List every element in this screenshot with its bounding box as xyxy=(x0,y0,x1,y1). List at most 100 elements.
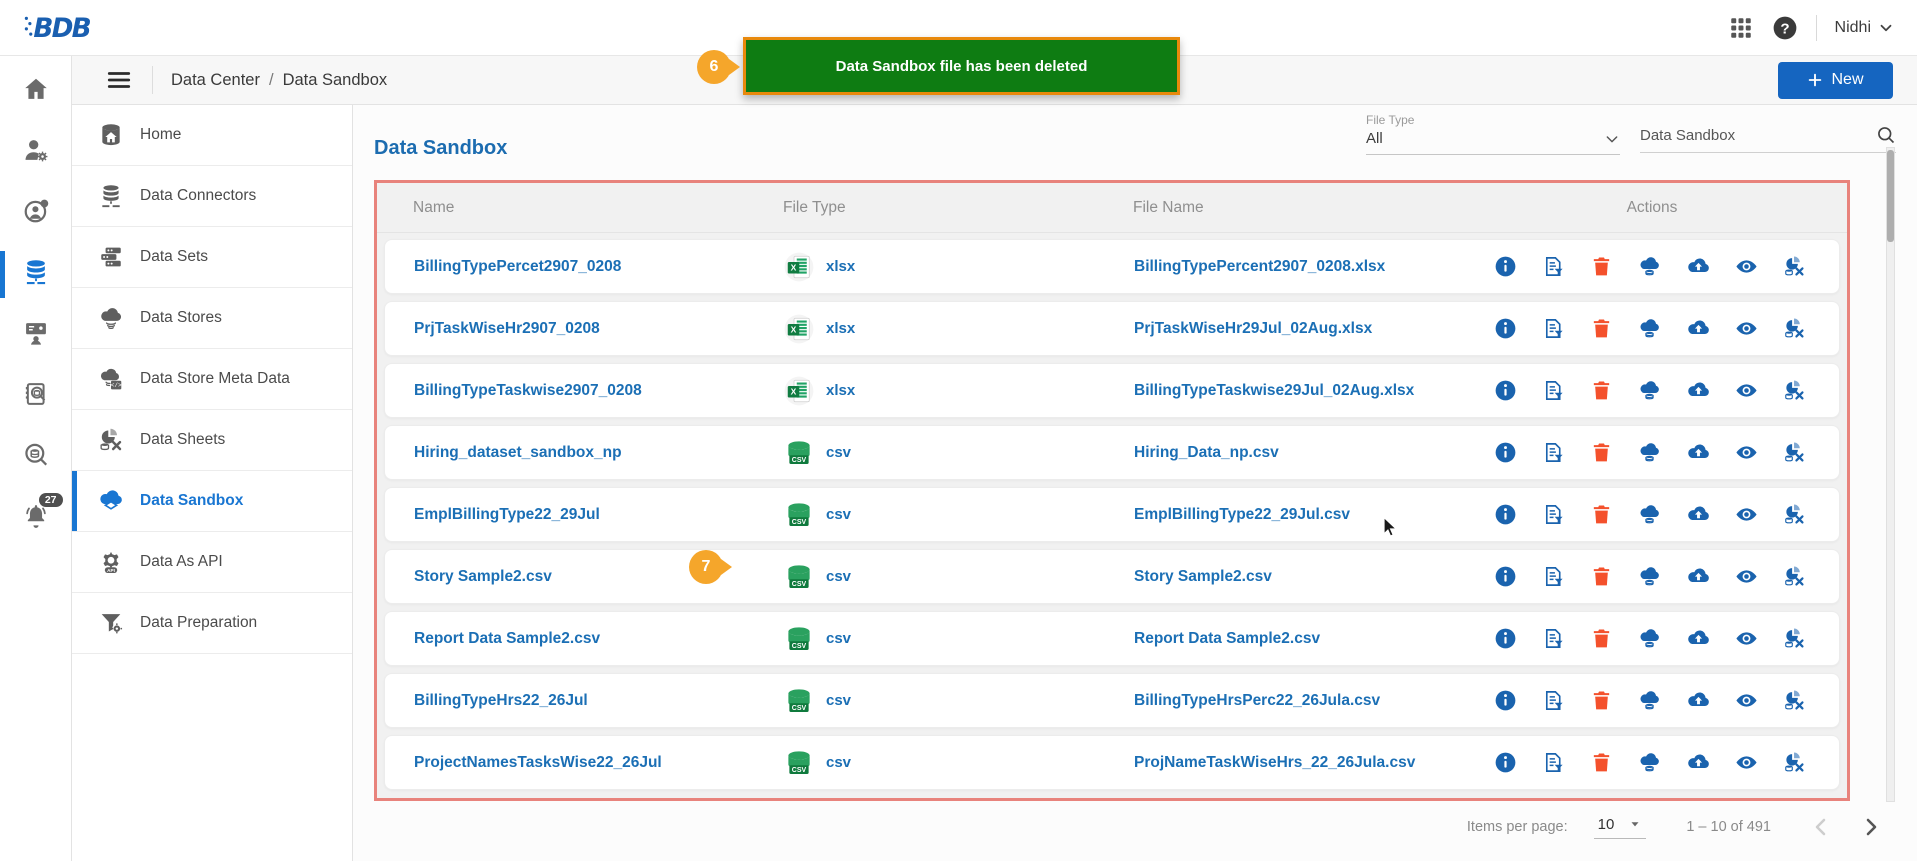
info-action-icon[interactable] xyxy=(1494,255,1517,278)
sidebar-item-data-sheets[interactable]: Data Sheets xyxy=(72,410,352,471)
preview-action-icon[interactable] xyxy=(1735,317,1758,340)
sidebar-item-data-sandbox[interactable]: Data Sandbox xyxy=(72,471,352,532)
upload-action-icon[interactable] xyxy=(1687,751,1710,774)
sidebar-item-data-connectors[interactable]: Data Connectors xyxy=(72,166,352,227)
source-file-link[interactable]: Hiring_Data_np.csv xyxy=(1134,444,1494,462)
delete-action-icon[interactable] xyxy=(1590,379,1613,402)
create-datasheet-action-icon[interactable] xyxy=(1783,317,1806,340)
breadcrumb-data-center[interactable]: Data Center xyxy=(171,71,260,90)
source-file-link[interactable]: ProjNameTaskWiseHrs_22_26Jula.csv xyxy=(1134,754,1494,772)
copy-filter-action-icon[interactable] xyxy=(1542,565,1565,588)
upload-action-icon[interactable] xyxy=(1687,317,1710,340)
file-name-link[interactable]: BillingTypePercet2907_0208 xyxy=(414,258,784,276)
rail-item-presentation[interactable] xyxy=(0,308,72,363)
create-datasheet-action-icon[interactable] xyxy=(1783,255,1806,278)
info-action-icon[interactable] xyxy=(1494,565,1517,588)
source-file-link[interactable]: BillingTypePercent2907_0208.xlsx xyxy=(1134,258,1494,276)
items-per-page-select[interactable]: 10 xyxy=(1594,816,1647,839)
sidebar-item-data-sets[interactable]: Data Sets xyxy=(72,227,352,288)
scrollbar-thumb[interactable] xyxy=(1887,150,1894,242)
preview-action-icon[interactable] xyxy=(1735,255,1758,278)
delete-action-icon[interactable] xyxy=(1590,441,1613,464)
move-to-datastore-action-icon[interactable] xyxy=(1638,627,1661,650)
copy-filter-action-icon[interactable] xyxy=(1542,689,1565,712)
search-input[interactable] xyxy=(1640,127,1876,144)
rail-item-home[interactable] xyxy=(0,64,72,119)
delete-action-icon[interactable] xyxy=(1590,503,1613,526)
info-action-icon[interactable] xyxy=(1494,627,1517,650)
info-action-icon[interactable] xyxy=(1494,689,1517,712)
info-action-icon[interactable] xyxy=(1494,317,1517,340)
copy-filter-action-icon[interactable] xyxy=(1542,255,1565,278)
source-file-link[interactable]: PrjTaskWiseHr29Jul_02Aug.xlsx xyxy=(1134,320,1494,338)
preview-action-icon[interactable] xyxy=(1735,627,1758,650)
preview-action-icon[interactable] xyxy=(1735,751,1758,774)
bdb-logo[interactable]: BDB xyxy=(22,9,106,47)
user-menu[interactable]: Nidhi xyxy=(1835,19,1895,37)
upload-action-icon[interactable] xyxy=(1687,627,1710,650)
preview-action-icon[interactable] xyxy=(1735,565,1758,588)
file-name-link[interactable]: ProjectNamesTasksWise22_26Jul xyxy=(414,754,784,772)
copy-filter-action-icon[interactable] xyxy=(1542,627,1565,650)
info-action-icon[interactable] xyxy=(1494,751,1517,774)
rail-item-account-info[interactable]: i xyxy=(0,186,72,241)
new-button[interactable]: New xyxy=(1778,62,1893,99)
upload-action-icon[interactable] xyxy=(1687,379,1710,402)
upload-action-icon[interactable] xyxy=(1687,503,1710,526)
sidebar-item-data-stores[interactable]: Data Stores xyxy=(72,288,352,349)
help-icon[interactable]: ? xyxy=(1772,15,1798,41)
create-datasheet-action-icon[interactable] xyxy=(1783,627,1806,650)
upload-action-icon[interactable] xyxy=(1687,565,1710,588)
info-action-icon[interactable] xyxy=(1494,503,1517,526)
sidebar-item-data-store-meta-data[interactable]: </>Data Store Meta Data xyxy=(72,349,352,410)
source-file-link[interactable]: BillingTypeTaskwise29Jul_02Aug.xlsx xyxy=(1134,382,1494,400)
sidebar-item-data-preparation[interactable]: Data Preparation xyxy=(72,593,352,654)
delete-action-icon[interactable] xyxy=(1590,565,1613,588)
info-action-icon[interactable] xyxy=(1494,379,1517,402)
file-name-link[interactable]: PrjTaskWiseHr2907_0208 xyxy=(414,320,784,338)
preview-action-icon[interactable] xyxy=(1735,689,1758,712)
file-name-link[interactable]: EmplBillingType22_29Jul xyxy=(414,506,784,524)
move-to-datastore-action-icon[interactable] xyxy=(1638,503,1661,526)
create-datasheet-action-icon[interactable] xyxy=(1783,565,1806,588)
source-file-link[interactable]: Story Sample2.csv xyxy=(1134,568,1494,586)
move-to-datastore-action-icon[interactable] xyxy=(1638,689,1661,712)
rail-item-data-catalog[interactable] xyxy=(0,369,72,424)
apps-grid-icon[interactable] xyxy=(1728,15,1754,41)
next-page-button[interactable] xyxy=(1859,815,1883,839)
copy-filter-action-icon[interactable] xyxy=(1542,751,1565,774)
move-to-datastore-action-icon[interactable] xyxy=(1638,751,1661,774)
delete-action-icon[interactable] xyxy=(1590,751,1613,774)
create-datasheet-action-icon[interactable] xyxy=(1783,379,1806,402)
upload-action-icon[interactable] xyxy=(1687,255,1710,278)
previous-page-button[interactable] xyxy=(1809,815,1833,839)
move-to-datastore-action-icon[interactable] xyxy=(1638,255,1661,278)
rail-item-data-center[interactable] xyxy=(0,247,72,302)
search-icon[interactable] xyxy=(1876,125,1896,145)
sidebar-item-data-as-api[interactable]: APIData As API xyxy=(72,532,352,593)
copy-filter-action-icon[interactable] xyxy=(1542,317,1565,340)
delete-action-icon[interactable] xyxy=(1590,255,1613,278)
delete-action-icon[interactable] xyxy=(1590,317,1613,340)
source-file-link[interactable]: Report Data Sample2.csv xyxy=(1134,630,1494,648)
file-type-filter[interactable]: File Type All xyxy=(1366,113,1620,155)
file-name-link[interactable]: Report Data Sample2.csv xyxy=(414,630,784,648)
file-name-link[interactable]: BillingTypeTaskwise2907_0208 xyxy=(414,382,784,400)
preview-action-icon[interactable] xyxy=(1735,379,1758,402)
source-file-link[interactable]: BillingTypeHrsPerc22_26Jula.csv xyxy=(1134,692,1494,710)
delete-action-icon[interactable] xyxy=(1590,689,1613,712)
delete-action-icon[interactable] xyxy=(1590,627,1613,650)
move-to-datastore-action-icon[interactable] xyxy=(1638,441,1661,464)
hamburger-menu-icon[interactable] xyxy=(106,67,132,93)
copy-filter-action-icon[interactable] xyxy=(1542,379,1565,402)
copy-filter-action-icon[interactable] xyxy=(1542,441,1565,464)
rail-item-data-search[interactable] xyxy=(0,430,72,485)
create-datasheet-action-icon[interactable] xyxy=(1783,441,1806,464)
info-action-icon[interactable] xyxy=(1494,441,1517,464)
move-to-datastore-action-icon[interactable] xyxy=(1638,379,1661,402)
source-file-link[interactable]: EmplBillingType22_29Jul.csv xyxy=(1134,506,1494,524)
rail-item-user-management[interactable] xyxy=(0,125,72,180)
move-to-datastore-action-icon[interactable] xyxy=(1638,317,1661,340)
sidebar-item-home[interactable]: Home xyxy=(72,105,352,166)
move-to-datastore-action-icon[interactable] xyxy=(1638,565,1661,588)
